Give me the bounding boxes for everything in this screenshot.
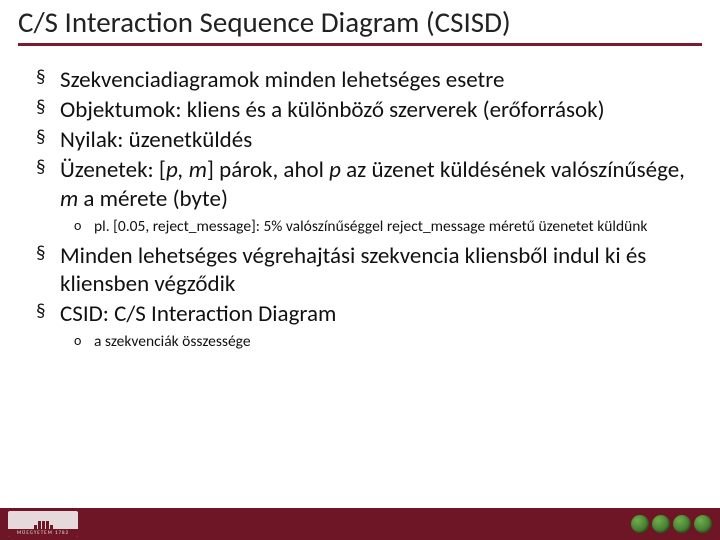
bullet-item: Üzenetek: [p, m] párok, ahol p az üzenet…	[60, 156, 686, 235]
logo-text: MŰEGYETEM 1782	[8, 529, 78, 537]
bullet-item: Szekvenciadiagramok minden lehetséges es…	[60, 66, 686, 94]
badge-icon	[694, 515, 712, 533]
bullet-item: Nyilak: üzenetküldés	[60, 126, 686, 154]
sub-bullet-item: a szekvenciák összessége	[94, 332, 686, 351]
footer-badges	[631, 515, 712, 533]
bullet-item: Minden lehetséges végrehajtási szekvenci…	[60, 242, 686, 298]
bullet-item: Objektumok: kliens és a különböző szerve…	[60, 96, 686, 124]
bullet-item: CSID: C/S Interaction Diagrama szekvenci…	[60, 300, 686, 351]
slide-footer: MŰEGYETEM 1782	[0, 508, 720, 540]
badge-icon	[673, 515, 691, 533]
slide-body: Szekvenciadiagramok minden lehetséges es…	[0, 50, 720, 351]
sub-bullet-item: pl. [0.05, reject_message]: 5% valószínű…	[94, 217, 686, 236]
badge-icon	[631, 515, 649, 533]
slide-title: C/S Interaction Sequence Diagram (CSISD)	[18, 6, 702, 46]
university-logo: MŰEGYETEM 1782	[8, 511, 78, 537]
badge-icon	[652, 515, 670, 533]
